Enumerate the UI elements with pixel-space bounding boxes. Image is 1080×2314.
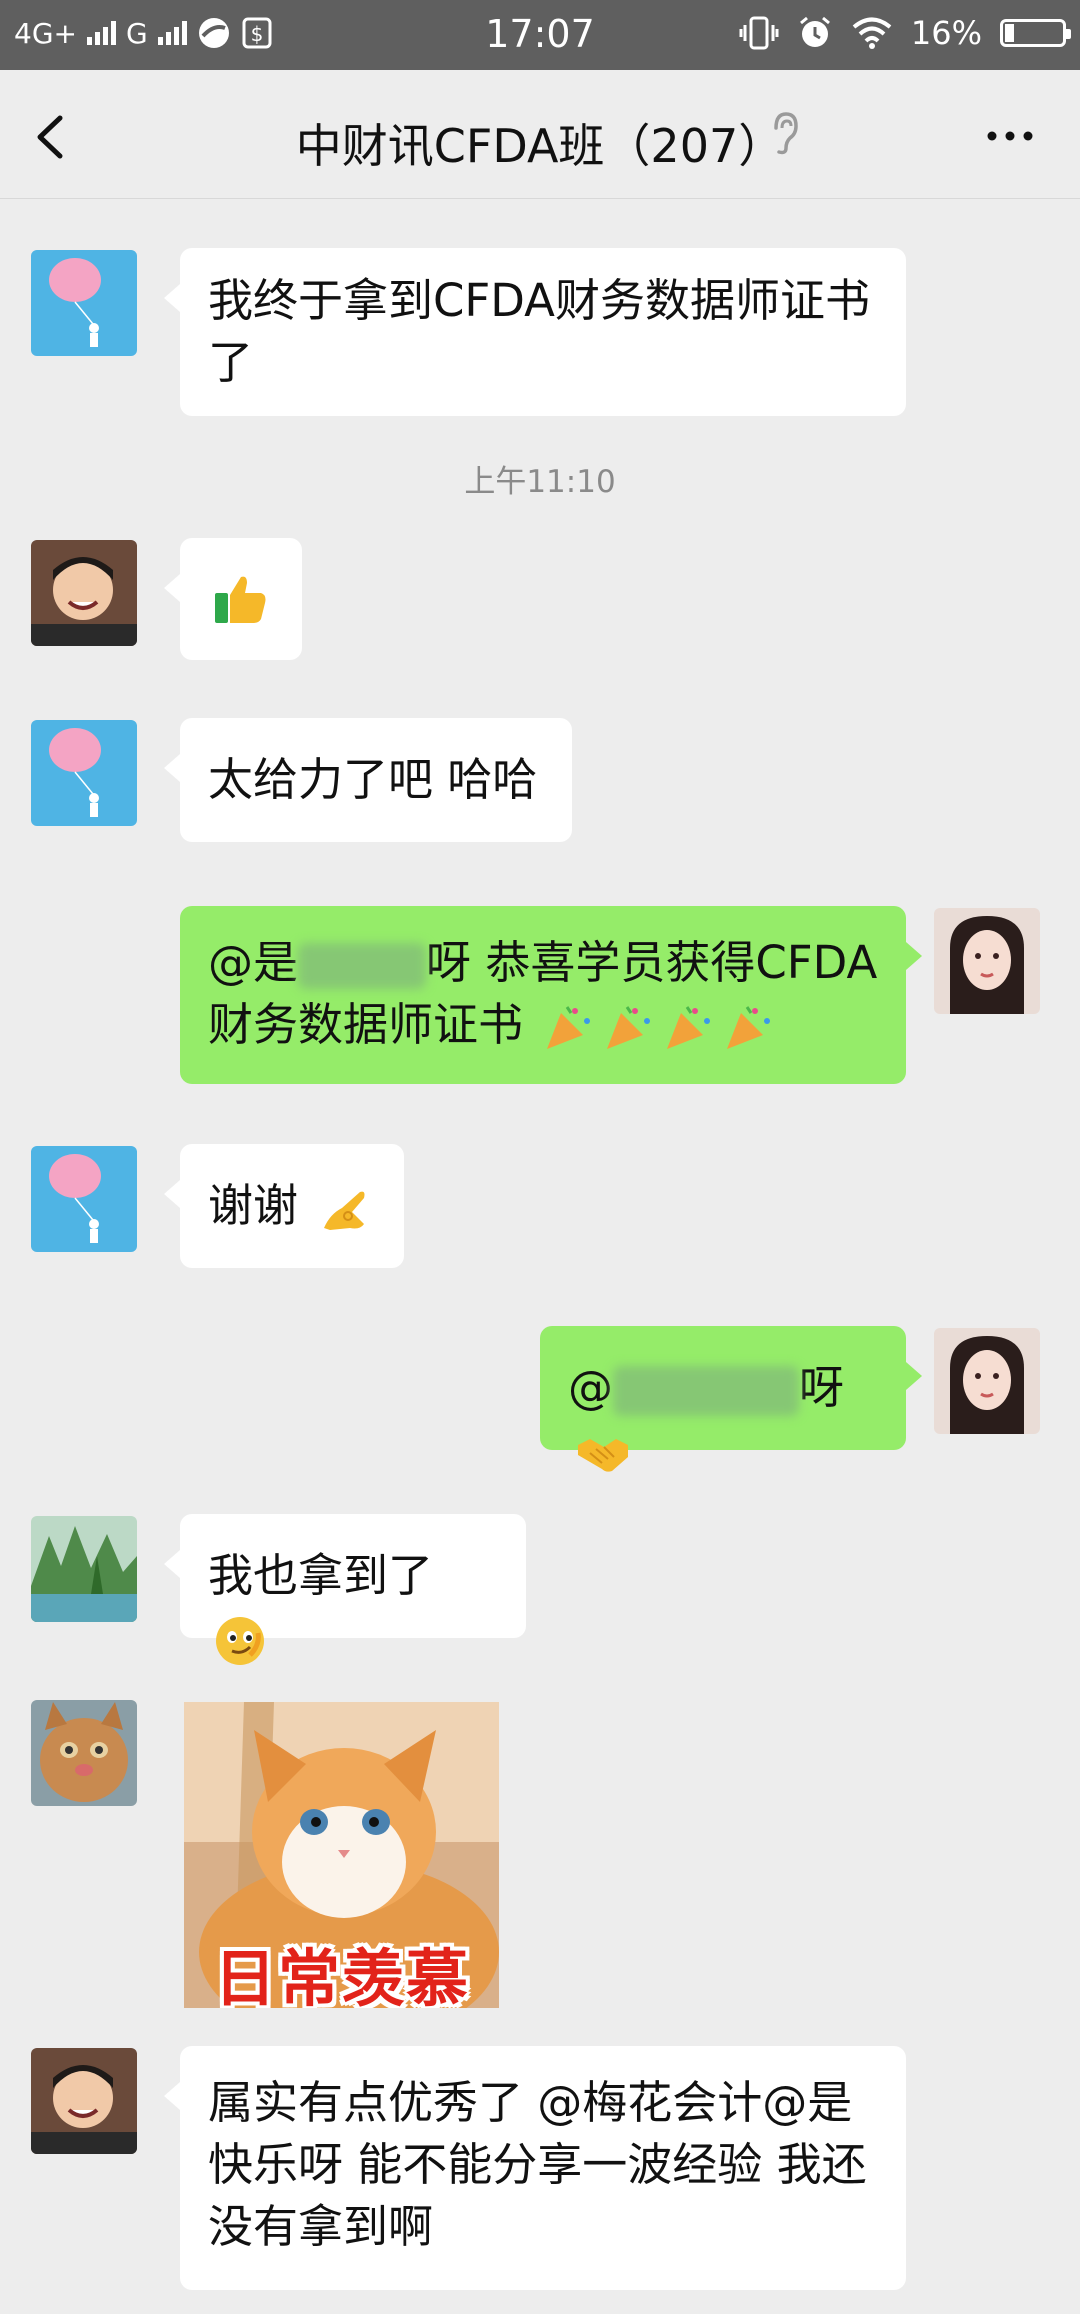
message-text: 太给力了吧 哈哈	[208, 753, 538, 806]
avatar[interactable]	[31, 720, 137, 826]
battery-percent: 16%	[910, 14, 982, 52]
status-bar: 4G+ G $ 17:07 16%	[0, 0, 1080, 70]
message-text: 我终于拿到CFDA财务数据师证书了	[208, 274, 870, 389]
avatar[interactable]	[31, 1146, 137, 1252]
message-bubble[interactable]: 谢谢	[164, 1144, 404, 1268]
avatar[interactable]	[31, 250, 137, 356]
handshake-icon	[576, 1423, 630, 1476]
avatar[interactable]	[934, 1328, 1040, 1434]
more-button[interactable]	[970, 116, 1050, 156]
thumbs-up-icon	[215, 576, 266, 623]
vibrate-icon	[739, 16, 779, 50]
ok-hand-icon	[320, 1179, 370, 1232]
timestamp: 上午11:10	[464, 464, 616, 500]
avatar[interactable]	[934, 908, 1040, 1014]
avatar[interactable]	[31, 1516, 137, 1622]
smirk-face-icon	[214, 1611, 266, 1665]
message-bubble[interactable]: 太给力了吧 哈哈	[164, 718, 572, 842]
party-popper-icon	[543, 998, 779, 1051]
message-text: 我也拿到了	[208, 1549, 434, 1602]
message-line-2: 财务数据师证书	[208, 994, 878, 1056]
avatar[interactable]	[31, 1700, 137, 1806]
message-line-1: @是 呀 恭喜学员获得CFDA	[208, 932, 878, 994]
alarm-icon	[799, 16, 830, 47]
message-bubble[interactable]: @ 呀	[540, 1326, 922, 1472]
message-bubble[interactable]: 我也拿到了	[164, 1514, 526, 1665]
redacted-name	[613, 1366, 799, 1416]
message-text: 谢谢	[208, 1179, 299, 1232]
chat-header: 中财讯CFDA班（207）	[0, 70, 1080, 199]
message-bubble[interactable]: 属实有点优秀了 @梅花会计@是快乐呀 能不能分享一波经验 我还没有拿到啊	[164, 2046, 906, 2290]
message-text: 属实有点优秀了 @梅花会计@是快乐呀 能不能分享一波经验 我还没有拿到啊	[208, 2076, 867, 2253]
sticker-caption: 日常羡慕	[214, 1942, 471, 2008]
message-bubble[interactable]: @是 呀 恭喜学员获得CFDA 财务数据师证书	[180, 906, 922, 1084]
wifi-icon	[852, 17, 892, 49]
chevron-left-icon	[37, 115, 63, 159]
message-text-part: 财务数据师证书	[208, 998, 524, 1051]
status-right: 16%	[739, 14, 1071, 52]
message-bubble[interactable]	[164, 538, 302, 660]
battery-icon	[1000, 19, 1071, 47]
message-text-part: 呀 恭喜学员获得CFDA	[426, 936, 878, 989]
more-icon	[987, 131, 1033, 141]
battery-fill	[1005, 24, 1014, 42]
message-text-part: 呀	[799, 1361, 845, 1414]
back-button[interactable]	[24, 100, 84, 170]
sticker-image[interactable]: 日常羡慕	[184, 1702, 499, 2008]
avatar[interactable]	[31, 540, 137, 646]
message-bubble[interactable]: 我终于拿到CFDA财务数据师证书了	[164, 248, 906, 416]
message-text-part: @是	[208, 936, 299, 989]
redacted-name	[298, 943, 427, 989]
avatar[interactable]	[31, 2048, 137, 2154]
message-text-part: @	[568, 1361, 613, 1414]
ear-icon	[774, 112, 798, 155]
